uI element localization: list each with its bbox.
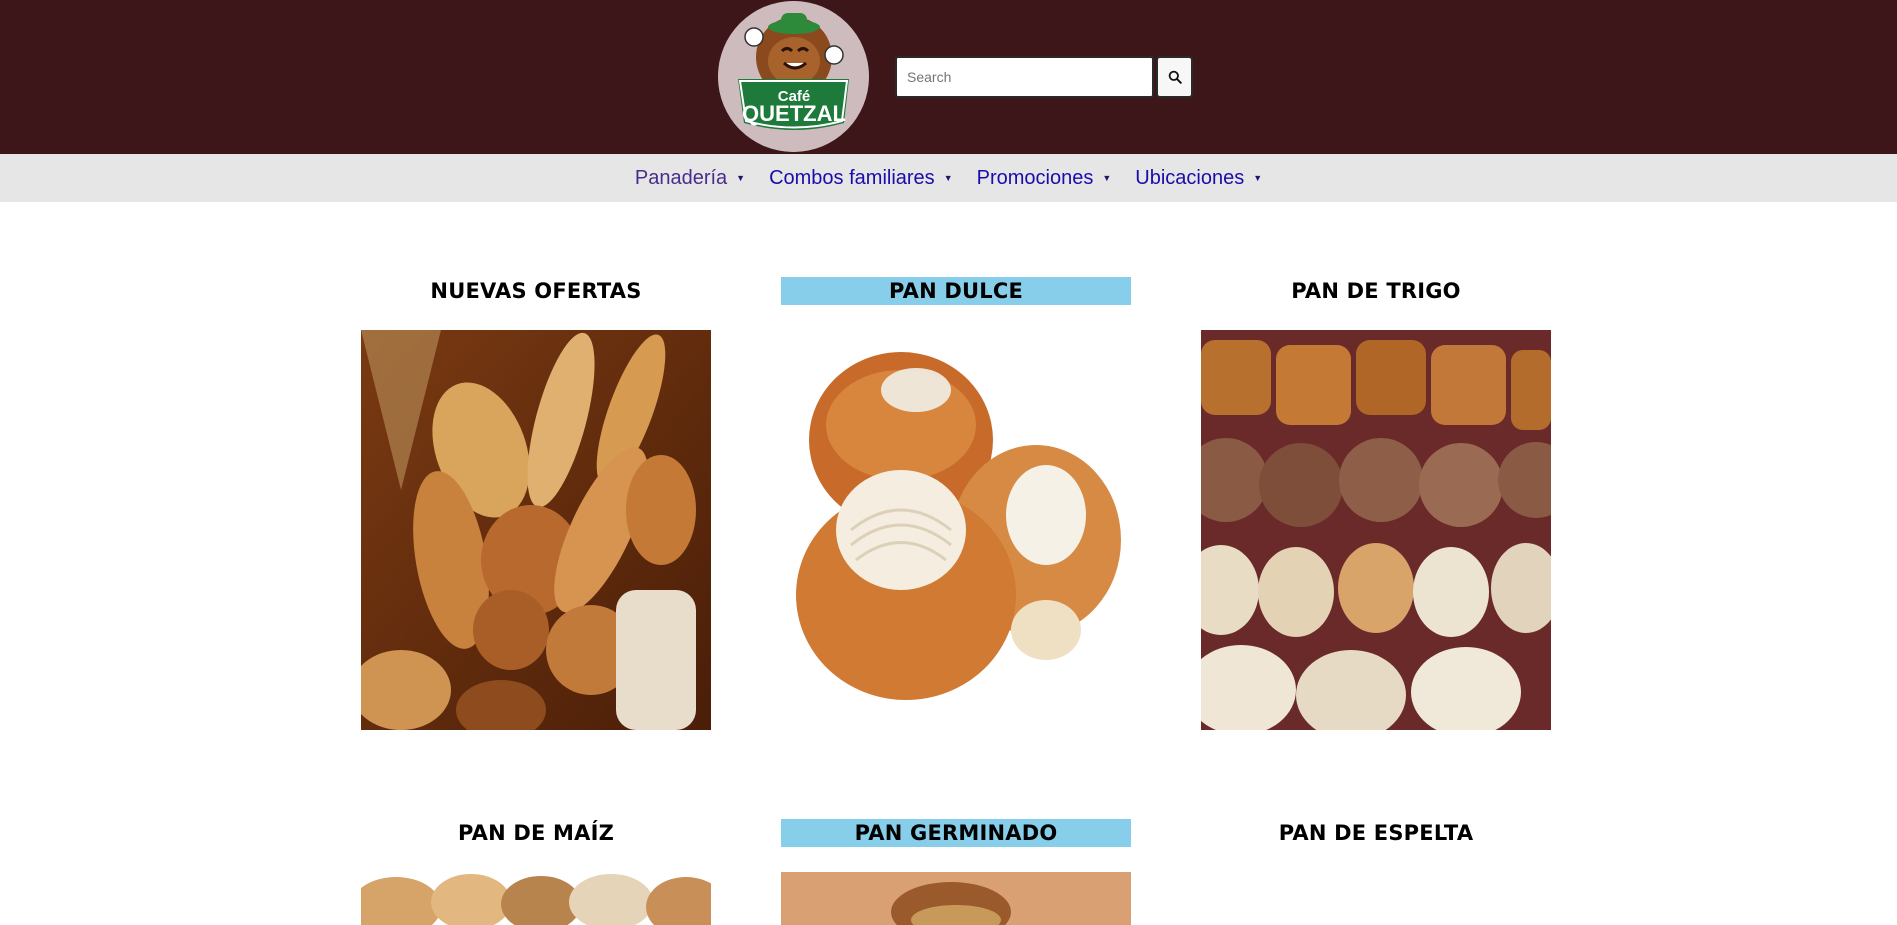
category-image-nuevas-ofertas[interactable] xyxy=(361,330,711,730)
category-title-pan-de-espelta[interactable]: PAN DE ESPELTA xyxy=(1201,819,1551,847)
search-icon xyxy=(1168,70,1182,84)
category-title-pan-de-trigo[interactable]: PAN DE TRIGO xyxy=(1201,277,1551,305)
nav-item-label: Promociones xyxy=(976,166,1094,189)
nav-item-label: Ubicaciones xyxy=(1135,166,1245,189)
category-title-pan-dulce[interactable]: PAN DULCE xyxy=(781,277,1131,305)
nav-item-combos-familiares[interactable]: Combos familiares ▼ xyxy=(769,167,953,190)
caret-down-icon: ▼ xyxy=(736,173,746,183)
category-image-pan-dulce[interactable] xyxy=(781,330,1131,730)
category-title-nuevas-ofertas[interactable]: NUEVAS OFERTAS xyxy=(361,277,711,305)
nav-item-label: Combos familiares xyxy=(769,166,935,189)
caret-down-icon: ▼ xyxy=(1102,173,1112,183)
search-input[interactable] xyxy=(895,56,1154,98)
caret-down-icon: ▼ xyxy=(943,173,953,183)
site-header: Café QUETZAL xyxy=(0,0,1897,154)
nav-item-label: Panadería xyxy=(634,166,728,189)
nav-item-promociones[interactable]: Promociones ▼ xyxy=(977,167,1112,190)
category-image-pan-de-maiz[interactable] xyxy=(361,872,711,925)
main-nav: Panadería ▼ Combos familiares ▼ Promocio… xyxy=(0,154,1897,202)
caret-down-icon: ▼ xyxy=(1253,173,1263,183)
category-image-pan-germinado[interactable] xyxy=(781,872,1131,925)
nav-item-panaderia[interactable]: Panadería ▼ xyxy=(635,167,745,190)
logo-line2: QUETZAL xyxy=(742,101,846,126)
search-button[interactable] xyxy=(1156,56,1193,98)
nav-item-ubicaciones[interactable]: Ubicaciones ▼ xyxy=(1135,167,1262,190)
category-title-pan-germinado[interactable]: PAN GERMINADO xyxy=(781,819,1131,847)
category-title-pan-de-maiz[interactable]: PAN DE MAÍZ xyxy=(361,819,711,847)
cafe-quetzal-logo[interactable]: Café QUETZAL xyxy=(718,1,869,152)
category-image-pan-de-trigo[interactable] xyxy=(1201,330,1551,730)
